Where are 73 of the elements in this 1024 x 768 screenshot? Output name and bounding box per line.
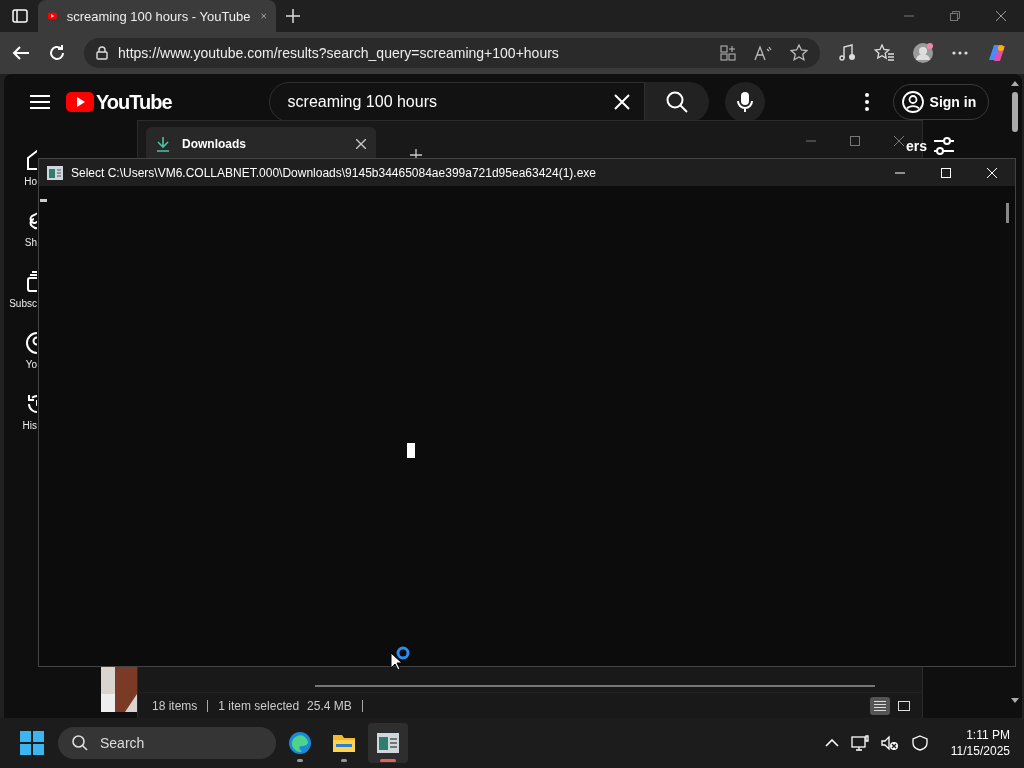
taskbar-app-button[interactable] (368, 723, 408, 763)
horizontal-scrollbar-icon (315, 684, 875, 688)
subscriptions-icon[interactable] (25, 270, 37, 294)
search-field[interactable]: Search (58, 727, 276, 759)
tab-title: screaming 100 hours - YouTube (66, 8, 251, 24)
clock-time[interactable]: 1:11 PM (966, 727, 1010, 743)
search-input[interactable]: Search (98, 734, 252, 752)
status-text: 1 item selected (218, 700, 301, 712)
start-icon[interactable] (20, 731, 44, 755)
address-field[interactable]: https://www.youtube.com/results?search_query=screaming+100+hours (84, 38, 820, 68)
square-icon (897, 700, 911, 712)
chevron-up-icon[interactable] (824, 739, 839, 747)
profile-avatar-icon[interactable] (912, 42, 934, 64)
running-indicator (380, 759, 396, 762)
running-indicator (297, 759, 303, 762)
search-field[interactable]: screaming 100 hours (268, 82, 645, 122)
busy-spinner-icon (396, 646, 410, 660)
star-icon[interactable] (790, 44, 808, 62)
history-icon[interactable] (25, 392, 37, 416)
tab-actions-icon[interactable] (12, 9, 28, 23)
read-aloud-icon[interactable] (754, 45, 772, 61)
text-cursor-icon (40, 199, 47, 202)
console-app-icon (47, 165, 63, 180)
more-icon[interactable] (952, 51, 968, 55)
url-text: https://www.youtube.com/results?search_query=screaming+100+hours (118, 45, 560, 61)
refresh-icon[interactable] (48, 44, 66, 62)
network-icon[interactable] (850, 735, 869, 751)
window-title: Select C:\Users\VM6.COLLABNET.000\Downloads\9145b34465084ae399a721d95ea63424(1).exe (71, 165, 597, 180)
browser-tab[interactable]: screaming 100 hours - YouTube (38, 0, 276, 32)
shield-icon[interactable] (910, 735, 929, 751)
volume-muted-icon[interactable] (880, 735, 899, 751)
microphone-icon (736, 91, 753, 113)
sidebar-label[interactable]: Yo (25, 359, 37, 370)
sidebar-label[interactable]: His (22, 420, 37, 431)
filter-icon[interactable] (933, 136, 956, 156)
filters-label[interactable]: ers (906, 138, 928, 154)
status-text: 25.4 MB (307, 700, 363, 712)
download-icon (156, 136, 170, 152)
search-button[interactable] (644, 82, 709, 122)
search-icon (72, 735, 88, 751)
running-indicator (341, 759, 347, 762)
search-input[interactable]: screaming 100 hours (285, 92, 614, 112)
search-icon (665, 91, 688, 113)
back-icon[interactable] (12, 45, 30, 61)
account-icon (901, 91, 924, 113)
list-icon (873, 700, 887, 712)
sidebar-label[interactable]: Sh (24, 237, 37, 248)
clock-date[interactable]: 11/15/2025 (950, 743, 1010, 759)
clear-icon[interactable] (613, 94, 630, 110)
block-cursor-icon (407, 443, 415, 458)
sidebar-label[interactable]: Ho (24, 176, 37, 187)
status-text: 18 items (152, 700, 209, 712)
home-icon[interactable] (25, 148, 37, 172)
console-app-icon (376, 731, 400, 755)
restore-icon[interactable] (950, 11, 960, 21)
explorer-tab[interactable]: Downloads (146, 127, 376, 161)
more-icon[interactable] (864, 93, 869, 111)
music-icon[interactable] (838, 44, 856, 62)
voice-search-button[interactable] (724, 82, 765, 122)
sidebar-label[interactable]: Subsc (9, 298, 37, 309)
youtube-logo-icon (66, 92, 94, 112)
close-icon[interactable] (356, 139, 366, 149)
apps-icon[interactable] (720, 45, 736, 61)
lock-icon (96, 46, 108, 60)
new-tab-icon[interactable] (286, 9, 300, 23)
close-icon[interactable] (996, 11, 1006, 21)
menu-icon[interactable] (30, 94, 50, 110)
youtube-icon (48, 10, 57, 22)
details-view-button[interactable] (870, 697, 890, 715)
logo-text: YouTube (96, 90, 172, 114)
browser-app-icon (288, 731, 312, 755)
favorites-icon[interactable] (874, 44, 894, 62)
copilot-icon[interactable] (986, 42, 1008, 64)
